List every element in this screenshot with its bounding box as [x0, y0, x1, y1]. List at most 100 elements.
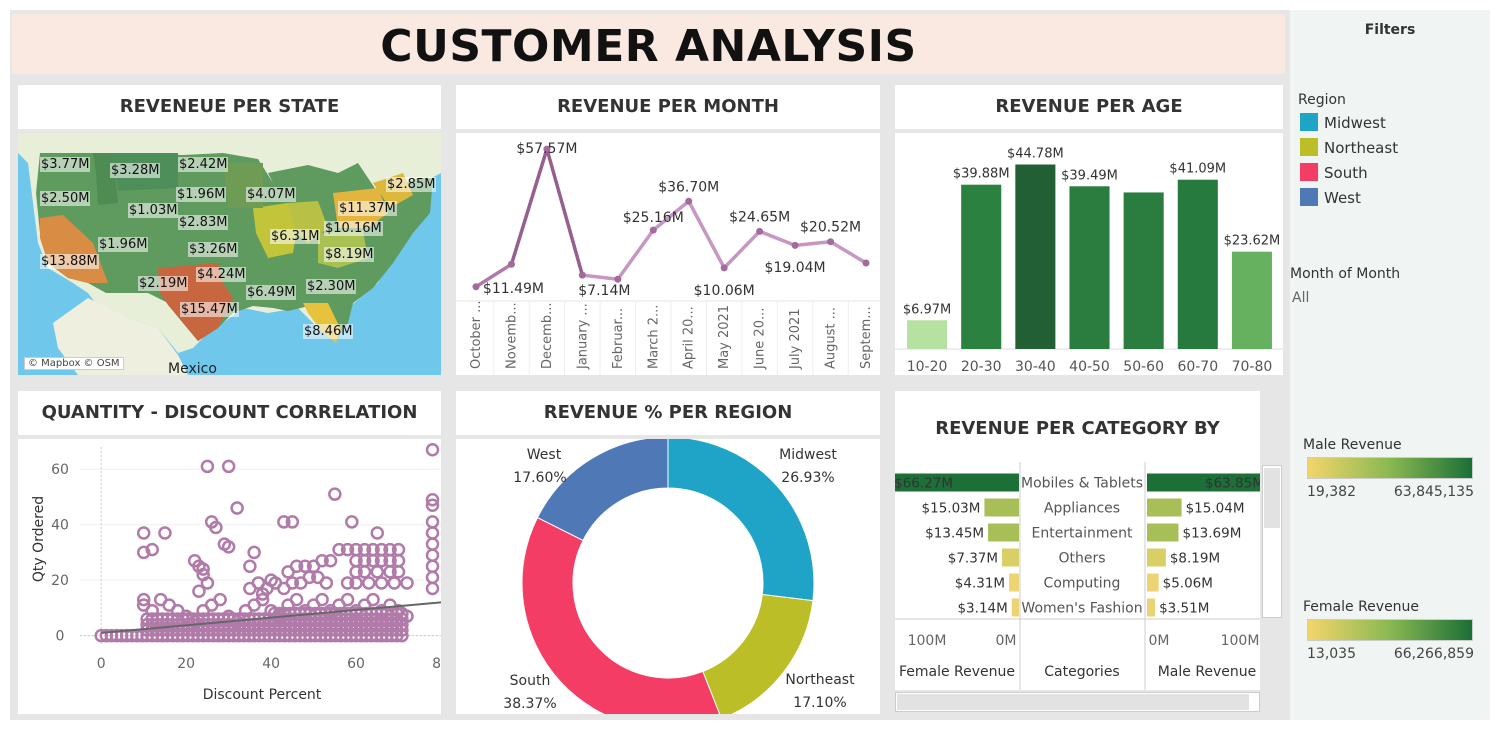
scatter-point[interactable] — [221, 459, 236, 474]
scatter-point[interactable] — [319, 576, 334, 590]
month-point[interactable] — [614, 275, 622, 283]
age-chart-svg[interactable]: $6.97M 10-20 $39.88M 20-30 $44.78M 30-40 $39.4… — [895, 133, 1283, 375]
scatter-point[interactable] — [387, 576, 402, 590]
map-state-label[interactable]: $2.85M — [386, 177, 437, 192]
map-state-label[interactable]: $3.77M — [40, 157, 91, 172]
scatter-chart[interactable]: 0 20 40 60 80 0 20 40 60 Discount Percent Qty Orde… — [18, 439, 441, 714]
age-bar[interactable] — [1069, 186, 1110, 349]
scatter-point[interactable] — [200, 459, 215, 474]
map-state-label[interactable]: $11.37M — [338, 201, 397, 216]
male-revenue-bar[interactable] — [1147, 598, 1156, 617]
age-bar-chart[interactable]: $6.97M 10-20 $39.88M 20-30 $44.78M 30-40 $39.4… — [895, 133, 1283, 375]
month-point[interactable] — [472, 283, 480, 291]
region-swatch-south[interactable] — [1300, 163, 1318, 181]
month-line-segment[interactable] — [616, 228, 656, 281]
scatter-point[interactable] — [370, 526, 385, 540]
map-state-label[interactable]: $1.96M — [98, 237, 149, 252]
month-line-segment[interactable] — [793, 239, 833, 248]
donut-slice-midwest[interactable] — [667, 439, 815, 602]
region-label-northeast[interactable]: Northeast — [1324, 139, 1398, 157]
map-state-label[interactable]: $8.46M — [303, 324, 354, 339]
age-bar[interactable] — [1231, 251, 1272, 349]
region-swatch-midwest[interactable] — [1300, 113, 1318, 131]
age-bar[interactable] — [1015, 164, 1056, 349]
month-filter-value[interactable]: All — [1292, 290, 1309, 306]
scatter-point[interactable] — [425, 443, 440, 457]
scatter-point[interactable] — [230, 501, 244, 515]
map-state-label[interactable]: $1.03M — [128, 203, 179, 218]
scatter-point[interactable] — [136, 526, 151, 540]
map-state-label[interactable]: $10.16M — [324, 221, 383, 236]
male-revenue-bar[interactable] — [1147, 498, 1182, 517]
scatter-point[interactable] — [289, 592, 304, 607]
map-state-label[interactable]: $13.88M — [40, 254, 99, 269]
region-donut-chart[interactable]: Midwest 26.93% Northeast 17.10% South 38.37% W… — [456, 439, 880, 714]
scatter-point[interactable] — [374, 576, 389, 590]
scatter-point[interactable] — [277, 581, 291, 596]
donut-chart-svg[interactable]: Midwest 26.93% Northeast 17.10% South 38.37% W… — [456, 439, 880, 714]
region-swatch-west[interactable] — [1300, 188, 1318, 206]
map-state-label[interactable]: $4.07M — [246, 187, 297, 202]
scatter-point[interactable] — [243, 559, 257, 574]
male-revenue-bar[interactable] — [1147, 523, 1179, 542]
map-state-label[interactable]: $8.19M — [324, 247, 375, 262]
scatter-point[interactable] — [315, 592, 329, 607]
map-state-label[interactable]: $15.47M — [180, 302, 239, 317]
age-bar[interactable] — [1123, 192, 1164, 349]
scatter-point[interactable] — [425, 559, 440, 574]
month-line-segment[interactable] — [545, 147, 585, 277]
donut-slice-south[interactable] — [521, 516, 721, 714]
scatter-point[interactable] — [362, 576, 376, 590]
state-map[interactable]: $3.77M $3.28M $2.42M $2.50M $1.03M $1.96M $4.0… — [18, 133, 441, 375]
female-revenue-bar[interactable] — [1011, 598, 1019, 617]
map-state-label[interactable]: $2.83M — [178, 215, 229, 230]
scatter-chart-svg[interactable]: 0 20 40 60 80 0 20 40 60 Discount Percent Qty Orde… — [18, 439, 441, 714]
scatter-point[interactable] — [425, 537, 440, 551]
month-line-chart[interactable]: $11.49M $57.57M $7.14M $25.16M $36.70M $10.06… — [456, 133, 880, 375]
scatter-point[interactable] — [370, 565, 385, 579]
scatter-point[interactable] — [213, 592, 227, 607]
month-line-segment[interactable] — [757, 229, 797, 248]
vertical-scrollbar[interactable] — [1262, 465, 1282, 618]
scatter-point[interactable] — [400, 576, 414, 590]
month-line-segment[interactable] — [509, 147, 549, 267]
scatter-point[interactable] — [425, 548, 440, 562]
scatter-point[interactable] — [425, 526, 440, 540]
male-revenue-bar[interactable] — [1147, 548, 1166, 567]
region-swatch-northeast[interactable] — [1300, 138, 1318, 156]
region-label-south[interactable]: South — [1324, 164, 1368, 182]
female-revenue-bar[interactable] — [1002, 548, 1019, 567]
scatter-point[interactable] — [340, 592, 355, 607]
map-state-label[interactable]: $6.31M — [270, 229, 321, 244]
scatter-point[interactable] — [158, 526, 172, 540]
vertical-scroll-thumb[interactable] — [1264, 468, 1280, 528]
male-revenue-bar[interactable] — [1147, 573, 1159, 592]
female-revenue-bar[interactable] — [984, 498, 1019, 517]
scatter-point[interactable] — [425, 515, 440, 529]
month-point[interactable] — [756, 227, 764, 235]
map-state-label[interactable]: $2.30M — [306, 279, 357, 294]
female-revenue-bar[interactable] — [1009, 573, 1019, 592]
age-bar[interactable] — [907, 320, 948, 349]
month-point[interactable] — [649, 226, 657, 234]
map-state-label[interactable]: $2.42M — [178, 157, 229, 172]
month-chart-svg[interactable]: $11.49M $57.57M $7.14M $25.16M $36.70M $10.06… — [456, 133, 880, 375]
scatter-point[interactable] — [192, 584, 206, 599]
month-line-segment[interactable] — [580, 273, 620, 281]
age-bar[interactable] — [1177, 179, 1218, 349]
month-point[interactable] — [720, 264, 728, 272]
map-state-label[interactable]: $2.50M — [40, 191, 91, 206]
female-revenue-bar[interactable] — [988, 523, 1019, 542]
map-attribution[interactable]: © Mapbox © OSM — [24, 357, 124, 370]
region-label-midwest[interactable]: Midwest — [1324, 114, 1386, 132]
scatter-point[interactable] — [328, 487, 342, 501]
horizontal-scroll-thumb[interactable] — [897, 694, 1249, 710]
month-line-segment[interactable] — [722, 229, 762, 270]
category-chart-svg[interactable]: $66.27M Mobiles & Tablets $63.85M $15.03M Ap… — [866, 462, 1294, 690]
month-line-segment[interactable] — [828, 239, 868, 265]
scatter-point[interactable] — [425, 581, 440, 596]
map-state-label[interactable]: $2.19M — [138, 276, 189, 291]
age-bar[interactable] — [961, 184, 1002, 349]
scatter-point[interactable] — [281, 565, 295, 579]
map-state-label[interactable]: $3.28M — [110, 163, 161, 178]
